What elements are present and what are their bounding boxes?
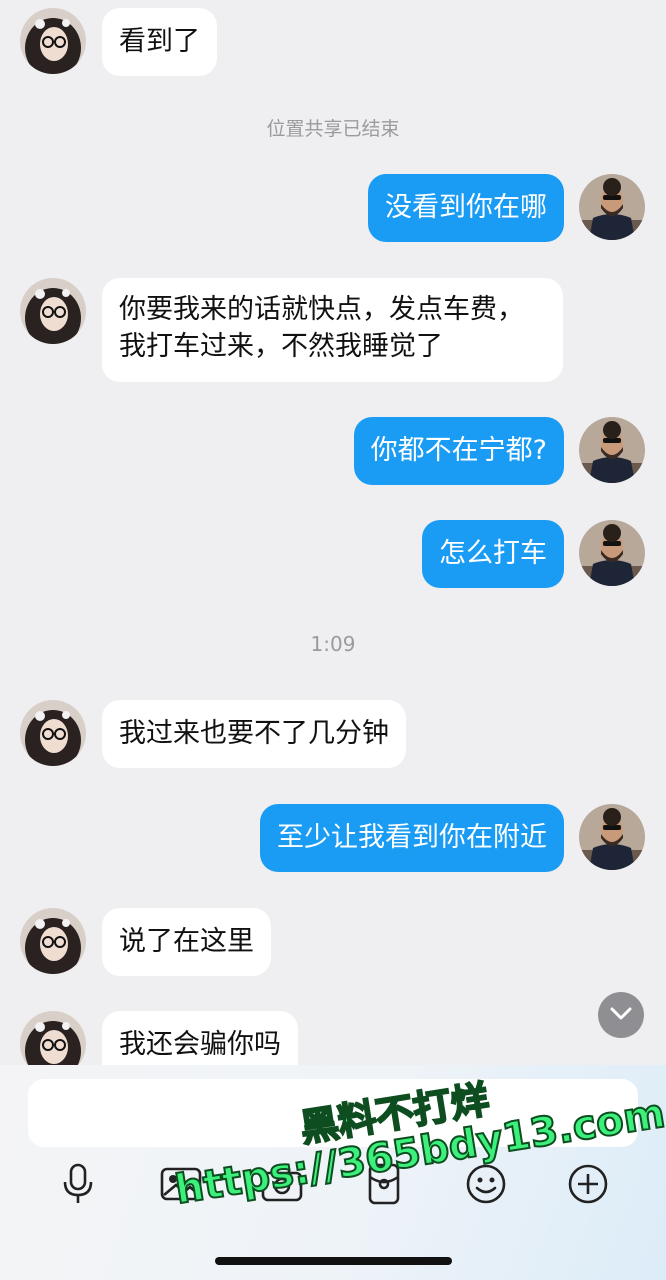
outgoing-message[interactable]: 没看到你在哪	[368, 174, 564, 242]
message-line: 你要我来的话就快点，发点车费，	[119, 294, 524, 325]
emoji-button[interactable]	[462, 1162, 510, 1210]
avatar-girl[interactable]	[20, 8, 86, 74]
outgoing-message[interactable]: 怎么打车	[422, 520, 564, 588]
outgoing-message[interactable]: 至少让我看到你在附近	[260, 804, 564, 872]
avatar-man[interactable]	[579, 520, 645, 586]
avatar-girl[interactable]	[20, 700, 86, 766]
avatar-girl[interactable]	[20, 278, 86, 344]
outgoing-message[interactable]: 你都不在宁都?	[353, 417, 564, 485]
message-line: 我打车过来，不然我睡觉了	[119, 331, 443, 362]
avatar-man[interactable]	[579, 174, 645, 240]
chat-area[interactable]: 看到了 位置共享已结束 没看到你在哪 你要我来的话就快点，发点车费， 我打车过来…	[0, 0, 666, 1065]
timestamp: 1:09	[310, 632, 356, 656]
avatar-man[interactable]	[579, 804, 645, 870]
avatar-girl[interactable]	[20, 1011, 86, 1065]
incoming-message[interactable]: 我还会骗你吗	[102, 1011, 298, 1065]
incoming-message[interactable]: 说了在这里	[102, 908, 271, 976]
scroll-to-bottom-button[interactable]	[598, 992, 644, 1038]
incoming-message[interactable]: 我过来也要不了几分钟	[102, 700, 406, 768]
plus-icon	[567, 1163, 609, 1209]
avatar-girl[interactable]	[20, 908, 86, 974]
voice-button[interactable]	[54, 1162, 102, 1210]
more-button[interactable]	[564, 1162, 612, 1210]
incoming-message[interactable]: 看到了	[102, 8, 217, 76]
chevron-down-icon	[610, 1006, 632, 1025]
incoming-message[interactable]: 你要我来的话就快点，发点车费， 我打车过来，不然我睡觉了	[102, 278, 563, 382]
microphone-icon	[60, 1163, 96, 1209]
emoji-icon	[465, 1163, 507, 1209]
avatar-man[interactable]	[579, 417, 645, 483]
home-indicator[interactable]	[215, 1257, 452, 1265]
location-share-ended-notice: 位置共享已结束	[266, 118, 400, 140]
